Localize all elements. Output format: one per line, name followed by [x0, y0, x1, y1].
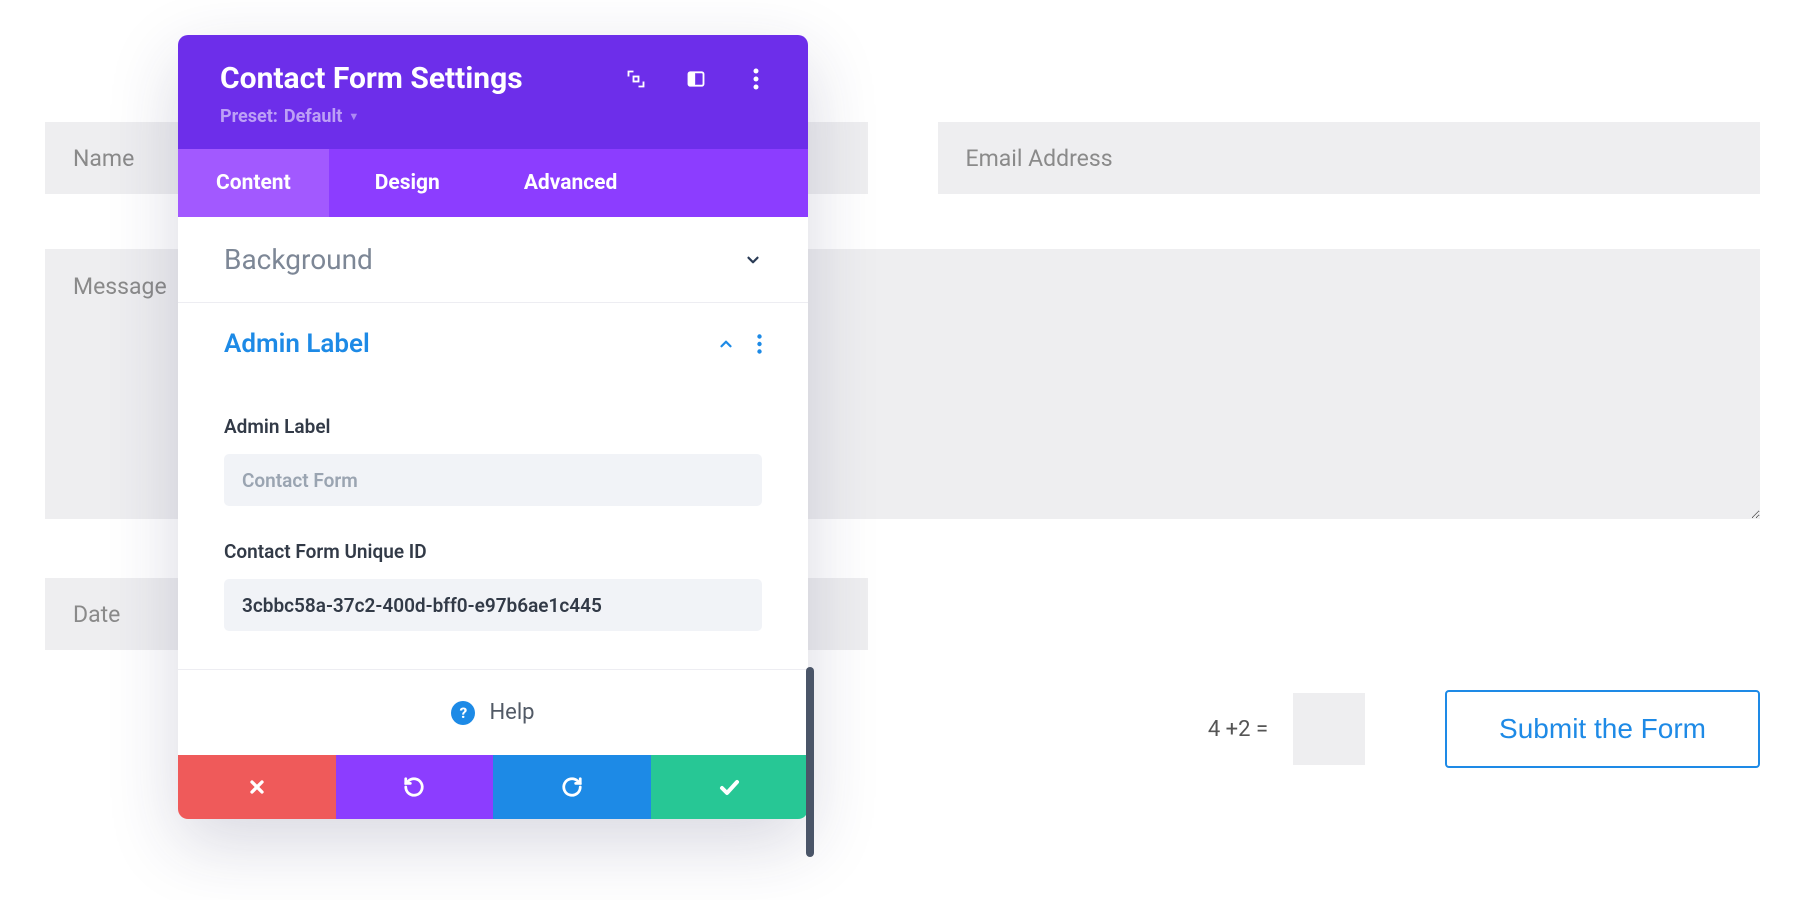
caret-down-icon: ▼: [348, 110, 359, 123]
unique-id-label: Contact Form Unique ID: [224, 540, 762, 563]
submit-button[interactable]: Submit the Form: [1445, 690, 1760, 768]
chevron-down-icon[interactable]: [744, 251, 762, 269]
check-icon: [717, 775, 741, 799]
settings-modal: Contact Form Settings Preset: Default ▼ …: [178, 35, 808, 819]
email-input[interactable]: [938, 122, 1761, 194]
captcha-input[interactable]: [1293, 693, 1365, 765]
help-icon: ?: [451, 701, 475, 725]
close-icon: [247, 777, 267, 797]
preset-selector[interactable]: Preset: Default ▼: [220, 106, 359, 127]
section-background-actions: [744, 251, 762, 269]
email-field-wrap: [938, 122, 1761, 194]
captcha-label: 4 +2 =: [1208, 717, 1268, 742]
section-admin-label-header[interactable]: Admin Label: [178, 303, 808, 385]
unique-id-value: 3cbbc58a-37c2-400d-bff0-e97b6ae1c445: [224, 579, 762, 631]
help-label: Help: [489, 700, 534, 725]
modal-footer: [178, 755, 808, 819]
chevron-up-icon[interactable]: [717, 335, 735, 353]
admin-label-input[interactable]: [224, 454, 762, 506]
admin-label-field-label: Admin Label: [224, 415, 762, 438]
cancel-button[interactable]: [178, 755, 336, 819]
section-menu-icon[interactable]: [757, 334, 762, 354]
section-admin-label-actions: [717, 334, 762, 354]
tab-advanced[interactable]: Advanced: [486, 149, 656, 217]
redo-button[interactable]: [493, 755, 651, 819]
undo-icon: [403, 776, 425, 798]
redo-icon: [561, 776, 583, 798]
modal-tabs: Content Design Advanced: [178, 149, 808, 217]
save-button[interactable]: [651, 755, 809, 819]
preset-prefix: Preset:: [220, 106, 278, 127]
admin-label-fields: Admin Label Contact Form Unique ID 3cbbc…: [178, 385, 808, 669]
spacer: [938, 578, 1761, 650]
modal-title-row: Contact Form Settings: [220, 61, 766, 96]
modal-body: Background Admin Label Admin Label: [178, 217, 808, 755]
undo-button[interactable]: [336, 755, 494, 819]
scrollbar-thumb[interactable]: [806, 667, 814, 857]
header-icons: [626, 69, 766, 89]
modal-header: Contact Form Settings Preset: Default ▼: [178, 35, 808, 149]
more-icon[interactable]: [746, 69, 766, 89]
tab-design[interactable]: Design: [337, 149, 478, 217]
section-background-title: Background: [224, 243, 373, 276]
preset-value: Default: [284, 106, 342, 127]
modal-title: Contact Form Settings: [220, 61, 523, 96]
sidebar-toggle-icon[interactable]: [686, 69, 706, 89]
section-admin-label-title: Admin Label: [224, 329, 370, 359]
expand-icon[interactable]: [626, 69, 646, 89]
help-row[interactable]: ? Help: [178, 669, 808, 755]
section-background-header[interactable]: Background: [178, 217, 808, 302]
tab-content[interactable]: Content: [178, 149, 329, 217]
